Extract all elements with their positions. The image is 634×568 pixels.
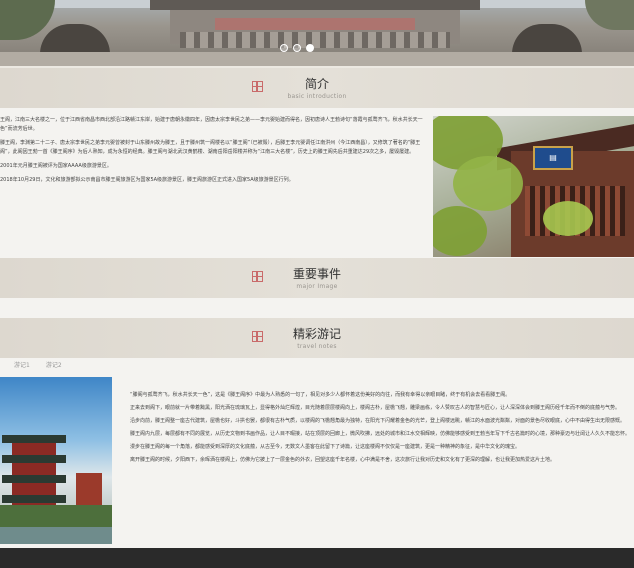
tab-travel-2[interactable]: 游记2 xyxy=(46,360,62,369)
carousel-dot-3[interactable] xyxy=(306,44,314,52)
carousel-dot-1[interactable] xyxy=(280,44,288,52)
photo-roof-tier xyxy=(2,455,66,463)
hero-tree-right xyxy=(585,0,634,30)
photo-leaves xyxy=(453,156,523,211)
photo-roof-tier xyxy=(2,475,66,483)
travel-paragraph: 沿步向前，滕王阁整一座古代建筑，屋檐也好，斗拱也罢，都很有古朴气质，以楼阁的飞檐… xyxy=(130,418,626,424)
intro-paragraph: 王阁，江南三大名楼之一，位于江西省南昌市西北部沿江路赣江东岸，始建于唐朝永徽四年… xyxy=(0,117,423,132)
photo-leaves xyxy=(543,201,593,236)
photo-roof-tier xyxy=(2,435,66,443)
travel-tabs: 游记1 游记2 xyxy=(14,360,62,369)
section-title: 精彩游记 xyxy=(292,327,341,341)
photo-water xyxy=(0,527,112,544)
hero-carousel[interactable] xyxy=(0,0,634,66)
hero-plaza xyxy=(0,52,634,66)
carousel-indicators xyxy=(280,44,314,52)
section-header-events: 重要事件 major Image xyxy=(0,258,634,298)
intro-paragraph: 2001年元月滕王阁被评为国家AAAA级旅游景区。 xyxy=(0,163,112,169)
intro-paragraph: 滕王阁，李渊第二十二子、唐太宗李世民之弟李元婴曾被封于山东滕州故为滕王，且于滕州… xyxy=(0,140,421,155)
section-header-intro: 简介 basic introduction xyxy=(0,68,634,108)
section-subtitle: travel notes xyxy=(297,343,337,350)
travel-paragraph: 漫步在滕王阁的每一个角落，都能感受到深厚的文化底蕴，从古至今，无数文人墨客在此留… xyxy=(130,444,521,450)
travel-paragraph: 滕王阁内九层，每层都有不同的展览，从历史文物到书画作品，让人目不暇接，站在顶层的… xyxy=(130,431,631,437)
carousel-dot-2[interactable] xyxy=(293,44,301,52)
hero-columns xyxy=(180,32,450,48)
travel-paragraph: 离开滕王阁的时候，夕阳西下，余晖洒在楼阁上，仿佛为它披上了一层金色的外衣，回望这… xyxy=(130,457,556,463)
hero-banner xyxy=(215,18,415,30)
photo-plaque: ▤ xyxy=(533,146,573,170)
intro-text: 王阁，江南三大名楼之一，位于江西省南昌市西北部沿江路赣江东岸，始建于唐朝永徽四年… xyxy=(0,116,425,190)
travel-paragraph: “滕阁与孤鹜齐飞，秋水共长天一色”，这是《滕王阁序》中最为人熟悉的一句了，相见对… xyxy=(130,392,511,398)
photo-leaves xyxy=(433,206,487,256)
hero-roof xyxy=(150,0,480,10)
tab-travel-1[interactable]: 游记1 xyxy=(14,360,30,369)
photo-roof-tier xyxy=(2,495,66,503)
travel-paragraph: 正来去到阁下，眼前就一片带着黝黑，阳光洒在琉璃瓦上，显得格外灿烂辉煌，目光随着层… xyxy=(130,405,621,411)
section-title: 重要事件 xyxy=(292,267,341,281)
travel-photo xyxy=(0,377,112,544)
section-header-travel: 精彩游记 travel notes xyxy=(0,318,634,358)
events-panel xyxy=(0,298,634,318)
section-subtitle: major Image xyxy=(296,283,338,290)
travel-text: “滕阁与孤鹜齐飞，秋水共长天一色”，这是《滕王阁序》中最为人熟悉的一句了，相见对… xyxy=(120,391,634,469)
section-title: 简介 xyxy=(304,77,329,91)
page-footer xyxy=(0,548,634,568)
intro-paragraph: 2018年10月29日，文化和旅游部拟公示南昌市滕王阁旅游区为国家5A级旅游景区… xyxy=(0,177,294,183)
section-subtitle: basic introduction xyxy=(287,93,347,100)
intro-photo: ▤ xyxy=(433,116,634,257)
